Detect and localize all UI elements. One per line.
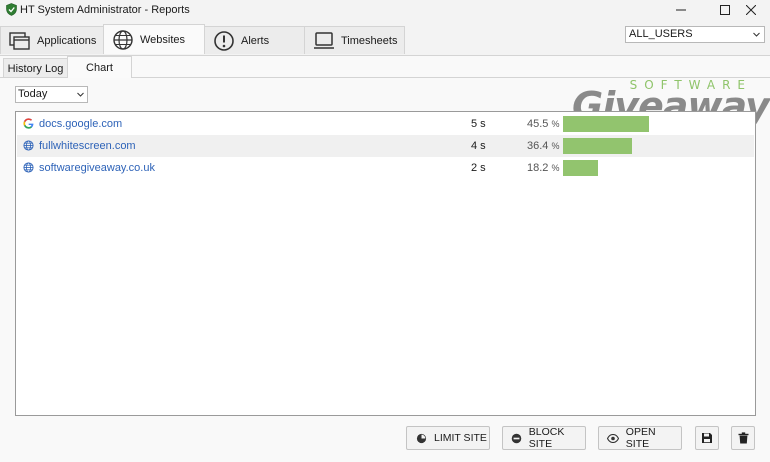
users-select-value: ALL_USERS xyxy=(629,28,693,40)
chevron-down-icon xyxy=(753,32,760,37)
list-item[interactable]: docs.google.com 5 s 45.5 % xyxy=(17,113,754,135)
site-duration: 4 s xyxy=(471,140,486,152)
google-g-icon xyxy=(23,118,34,129)
close-button[interactable] xyxy=(732,0,770,20)
site-share-bar xyxy=(563,138,632,154)
tab-applications[interactable]: Applications xyxy=(0,26,104,54)
site-percent-value: 45.5 xyxy=(527,118,549,130)
maximize-icon xyxy=(720,5,730,15)
site-percent: 36.4 % xyxy=(527,140,560,152)
globe-icon xyxy=(112,29,134,51)
block-site-button[interactable]: BLOCK SITE xyxy=(502,426,586,450)
site-percent-unit: % xyxy=(551,119,560,129)
globe-icon xyxy=(23,162,34,173)
site-duration: 2 s xyxy=(471,162,486,174)
limit-site-label: LIMIT SITE xyxy=(434,432,487,444)
tab-applications-label: Applications xyxy=(37,34,97,47)
site-share-bar xyxy=(563,116,649,132)
open-site-button[interactable]: OPEN SITE xyxy=(598,426,682,450)
site-name[interactable]: softwaregiveaway.co.uk xyxy=(39,162,155,174)
tab-alerts[interactable]: Alerts xyxy=(204,26,305,54)
tab-alerts-label: Alerts xyxy=(241,34,270,47)
windows-stack-icon xyxy=(9,30,31,52)
site-percent-value: 18.2 xyxy=(527,162,549,174)
block-site-label: BLOCK SITE xyxy=(528,426,565,450)
period-select-value: Today xyxy=(18,88,48,100)
save-icon xyxy=(702,433,712,443)
subtab-history-log-label: History Log xyxy=(7,62,64,75)
site-name[interactable]: fullwhitescreen.com xyxy=(39,140,136,152)
shield-check-icon xyxy=(6,3,17,16)
site-duration: 5 s xyxy=(471,118,486,130)
site-percent-unit: % xyxy=(551,141,560,151)
tab-websites-label: Websites xyxy=(140,33,186,46)
users-select[interactable]: ALL_USERS xyxy=(625,26,765,43)
limit-site-button[interactable]: LIMIT SITE xyxy=(406,426,490,450)
site-percent: 45.5 % xyxy=(527,118,560,130)
site-share-bar xyxy=(563,160,598,176)
pie-clock-icon xyxy=(414,431,428,445)
period-select[interactable]: Today xyxy=(15,86,88,103)
site-percent-value: 36.4 xyxy=(527,140,549,152)
close-icon xyxy=(746,5,756,15)
eye-icon xyxy=(606,431,620,445)
minus-circle-icon xyxy=(510,431,523,445)
subtab-history-log[interactable]: History Log xyxy=(3,58,68,78)
tab-timesheets-label: Timesheets xyxy=(341,34,398,47)
title-bar: HT System Administrator - Reports xyxy=(0,0,770,20)
minimize-icon xyxy=(676,9,686,11)
subtab-chart-label: Chart xyxy=(86,61,113,74)
window-title: HT System Administrator - Reports xyxy=(20,4,190,16)
tab-websites[interactable]: Websites xyxy=(103,24,205,54)
list-item[interactable]: fullwhitescreen.com 4 s 36.4 % xyxy=(17,135,754,157)
site-percent-unit: % xyxy=(551,163,560,173)
globe-icon xyxy=(23,140,34,151)
list-item[interactable]: softwaregiveaway.co.uk 2 s 18.2 % xyxy=(17,157,754,179)
minimize-button[interactable] xyxy=(662,0,700,20)
open-site-label: OPEN SITE xyxy=(625,426,656,450)
chevron-down-icon xyxy=(77,92,84,97)
delete-button[interactable] xyxy=(731,426,755,450)
laptop-icon xyxy=(313,30,335,52)
save-button[interactable] xyxy=(695,426,719,450)
tab-timesheets[interactable]: Timesheets xyxy=(304,26,405,54)
trash-icon xyxy=(738,432,748,444)
content-panel: History Log Chart Today SOFTWARE Giveawa… xyxy=(0,55,770,462)
websites-list: docs.google.com 5 s 45.5 % fullwhitescre… xyxy=(15,111,756,416)
site-percent: 18.2 % xyxy=(527,162,560,174)
site-name[interactable]: docs.google.com xyxy=(39,118,122,130)
subtab-chart[interactable]: Chart xyxy=(67,56,132,78)
exclamation-circle-icon xyxy=(213,30,235,52)
